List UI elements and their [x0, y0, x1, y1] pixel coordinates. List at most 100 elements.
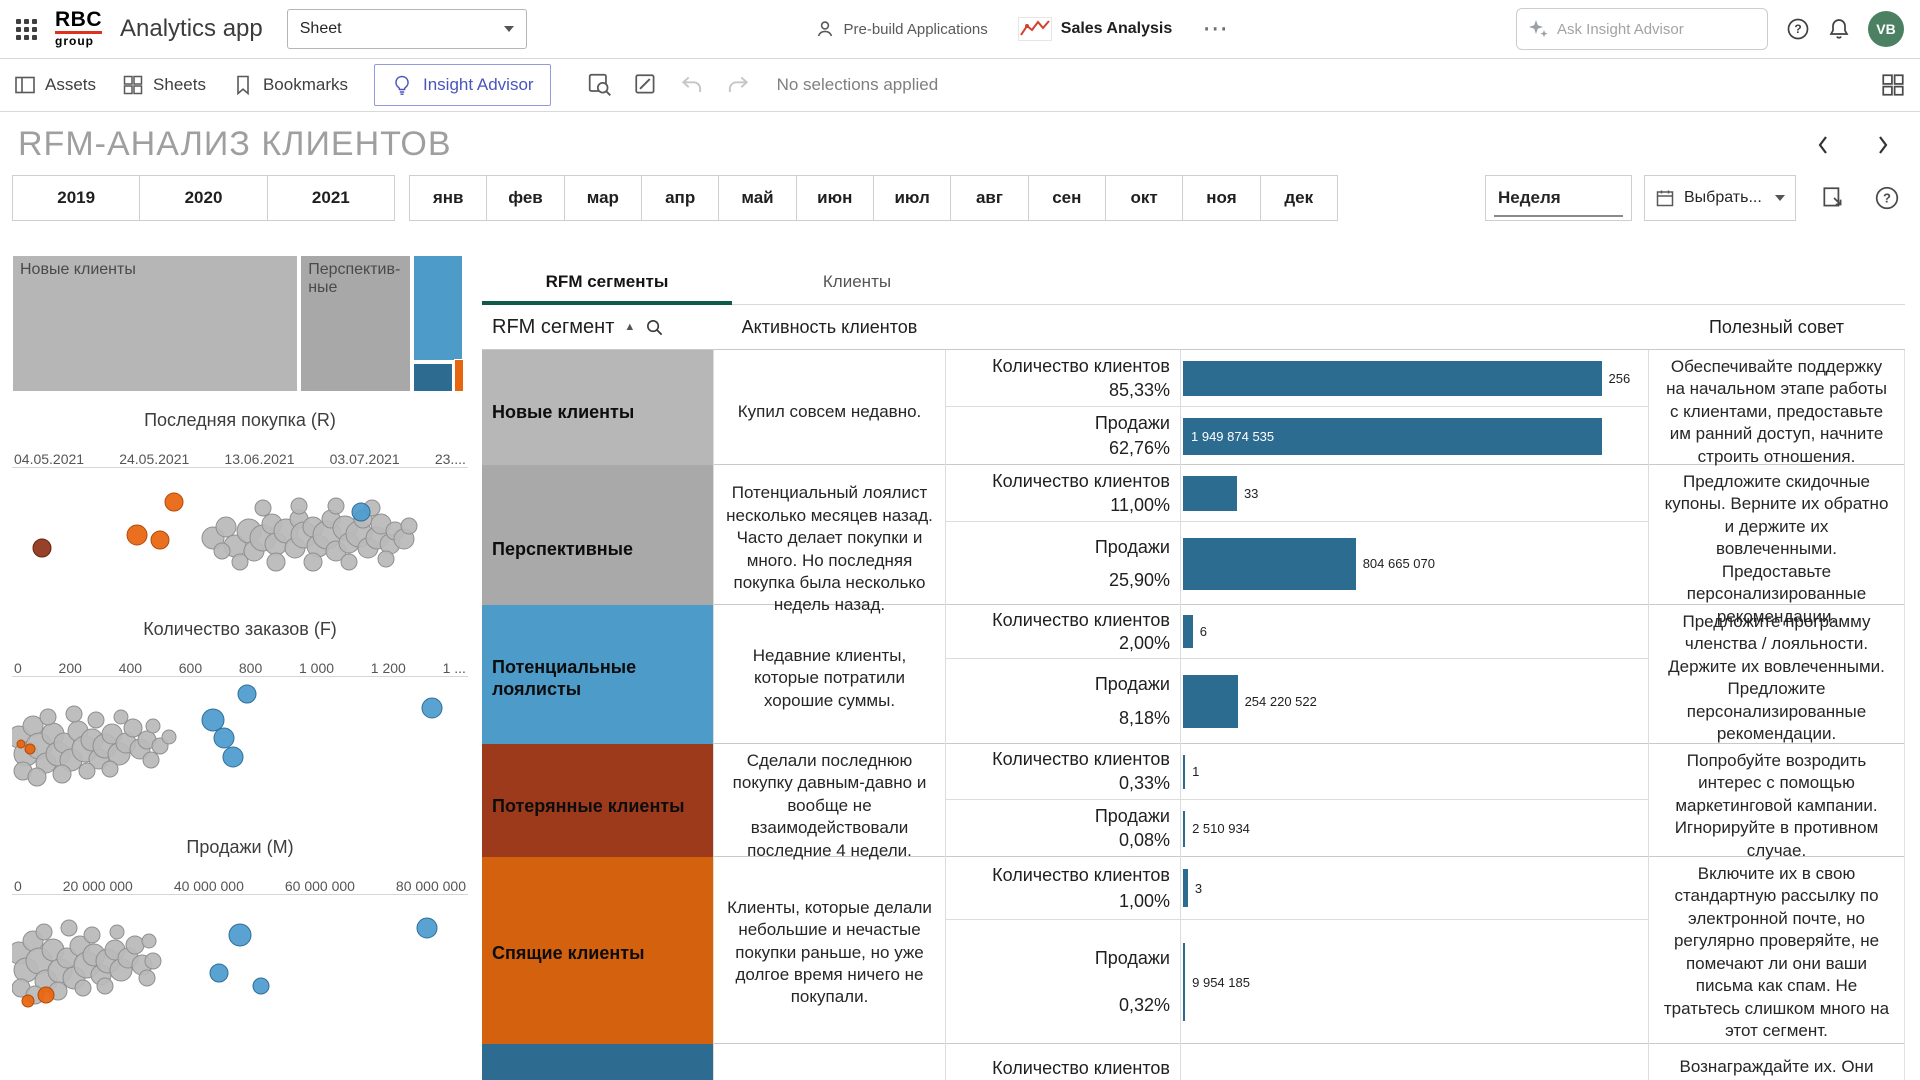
scatter-point[interactable] [214, 543, 230, 559]
month-button-янв[interactable]: янв [409, 175, 487, 221]
scatter-point[interactable] [151, 531, 169, 549]
scatter-point[interactable] [145, 953, 161, 969]
month-button-июл[interactable]: июл [873, 175, 951, 221]
scatter-point[interactable] [229, 924, 251, 946]
sheet-layout-icon[interactable] [1880, 72, 1906, 98]
segment-cell[interactable]: Спящие клиенты [482, 857, 713, 1049]
scatter-point[interactable] [223, 747, 243, 767]
metric-bar[interactable] [1183, 361, 1602, 396]
selection-tool-shortcut[interactable] [1820, 175, 1846, 221]
segment-cell[interactable] [482, 1044, 713, 1080]
scatter-point[interactable] [238, 685, 256, 703]
scatter-point[interactable] [97, 978, 113, 994]
scatter-point[interactable] [114, 710, 128, 724]
scatter-point[interactable] [53, 765, 71, 783]
clear-selections-icon[interactable] [633, 72, 659, 98]
scatter-point[interactable] [84, 927, 100, 943]
scatter-point[interactable] [422, 698, 442, 718]
notifications-bell-icon[interactable] [1828, 17, 1850, 41]
next-sheet-icon[interactable] [1876, 134, 1890, 156]
metric-bar[interactable] [1183, 869, 1188, 907]
treemap-block-dark-blue[interactable] [413, 363, 453, 392]
scatter-point[interactable] [36, 924, 52, 940]
scatter-point[interactable] [232, 554, 248, 570]
scatter-point[interactable] [216, 517, 236, 537]
scatter-point[interactable] [253, 978, 269, 994]
prev-sheet-icon[interactable] [1816, 134, 1830, 156]
scatter-point[interactable] [165, 493, 183, 511]
scatter-point[interactable] [291, 498, 307, 514]
month-button-фев[interactable]: фев [486, 175, 564, 221]
scatter-point[interactable] [28, 768, 46, 786]
scatter-point[interactable] [88, 712, 104, 728]
ask-insight-advisor-input[interactable] [1557, 21, 1757, 38]
scatter-point[interactable] [328, 498, 344, 514]
tab-rfm-segments[interactable]: RFM сегменты [482, 259, 732, 304]
scatter-point[interactable] [25, 744, 35, 754]
scatter-point[interactable] [255, 500, 271, 516]
scatter-point[interactable] [139, 970, 155, 986]
metric-bar[interactable] [1183, 675, 1238, 728]
scatter-point[interactable] [143, 752, 159, 768]
segment-cell[interactable]: Новые клиенты [482, 350, 713, 474]
insight-advisor-button[interactable]: Insight Advisor [374, 64, 551, 106]
scatter-point[interactable] [40, 709, 56, 725]
metric-bar[interactable] [1183, 755, 1185, 789]
prebuild-applications-link[interactable]: Pre-build Applications [815, 19, 988, 39]
date-select-dropdown[interactable]: Выбрать... [1644, 175, 1796, 221]
scatter-point[interactable] [61, 920, 77, 936]
sales-analysis-app[interactable]: Sales Analysis [1018, 17, 1172, 41]
scatter-point[interactable] [126, 936, 144, 954]
scatter-point[interactable] [142, 934, 156, 948]
scatter-point[interactable] [146, 719, 160, 733]
scatter-point[interactable] [162, 730, 176, 744]
app-launcher-icon[interactable] [16, 19, 37, 40]
scatter-point[interactable] [17, 740, 25, 748]
scatter-point[interactable] [22, 995, 34, 1007]
step-back-icon[interactable] [679, 72, 705, 98]
scatter-point[interactable] [304, 553, 322, 571]
scatter-point[interactable] [38, 987, 54, 1003]
scatter-point[interactable] [378, 551, 394, 567]
step-forward-icon[interactable] [725, 72, 751, 98]
treemap-block-potential-loyalists[interactable] [413, 255, 464, 361]
scatter-point[interactable] [267, 553, 285, 571]
month-button-мар[interactable]: мар [564, 175, 642, 221]
month-button-сен[interactable]: сен [1028, 175, 1106, 221]
scatter-point[interactable] [417, 918, 437, 938]
month-button-дек[interactable]: дек [1260, 175, 1338, 221]
scatter-point[interactable] [127, 525, 147, 545]
scatter-point[interactable] [110, 925, 124, 939]
sort-asc-icon[interactable]: ▲ [624, 321, 635, 333]
metric-bar[interactable] [1183, 943, 1185, 1021]
scatter-point[interactable] [352, 503, 370, 521]
segment-cell[interactable]: Потерянные клиенты [482, 744, 713, 868]
segment-cell[interactable]: Потенциальные лоялисты [482, 605, 713, 752]
scatter-point[interactable] [210, 964, 228, 982]
scatter-point[interactable] [214, 728, 234, 748]
metric-bar[interactable] [1183, 538, 1356, 590]
year-button-2021[interactable]: 2021 [267, 175, 395, 221]
month-button-авг[interactable]: авг [950, 175, 1028, 221]
scatter-point[interactable] [341, 554, 357, 570]
treemap-block-new-clients[interactable]: Новые клиенты [12, 255, 298, 392]
metric-bar[interactable]: 1 949 874 535 [1183, 418, 1602, 455]
scatter-point[interactable] [79, 763, 95, 779]
assets-button[interactable]: Assets [14, 74, 96, 96]
search-icon[interactable] [645, 318, 664, 337]
more-options-icon[interactable]: ⋯ [1202, 21, 1228, 37]
scatter-point[interactable] [33, 539, 51, 557]
scatter-point[interactable] [75, 980, 91, 996]
year-button-2020[interactable]: 2020 [139, 175, 267, 221]
month-button-июн[interactable]: июн [796, 175, 874, 221]
sheet-selector[interactable]: Sheet [287, 9, 527, 49]
month-button-ноя[interactable]: ноя [1182, 175, 1260, 221]
month-button-май[interactable]: май [718, 175, 796, 221]
bookmarks-button[interactable]: Bookmarks [232, 74, 348, 96]
metric-bar[interactable] [1183, 615, 1193, 648]
segment-column-header[interactable]: RFM сегмент ▲ [482, 316, 713, 339]
year-button-2019[interactable]: 2019 [12, 175, 140, 221]
selections-tool-icon[interactable] [587, 72, 613, 98]
scatter-point[interactable] [202, 709, 224, 731]
month-button-окт[interactable]: окт [1105, 175, 1183, 221]
